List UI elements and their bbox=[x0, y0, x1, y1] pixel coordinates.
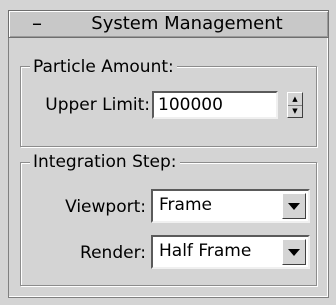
render-label: Render: bbox=[80, 243, 146, 263]
spinner-down-arrow-icon[interactable]: ▼ bbox=[288, 105, 302, 117]
render-dropdown[interactable]: Half Frame bbox=[151, 235, 310, 269]
viewport-dropdown[interactable]: Frame bbox=[151, 189, 310, 223]
render-dropdown-value: Half Frame bbox=[159, 241, 252, 261]
viewport-dropdown-arrow-icon[interactable] bbox=[282, 193, 306, 219]
viewport-label: Viewport: bbox=[65, 197, 146, 217]
integration-step-group-label: Integration Step: bbox=[30, 152, 180, 172]
render-dropdown-arrow-icon[interactable] bbox=[282, 239, 306, 265]
rollout-title[interactable]: System Management bbox=[52, 13, 322, 35]
upper-limit-input[interactable] bbox=[152, 91, 278, 119]
upper-limit-spinner[interactable]: ▲ ▼ bbox=[287, 92, 303, 118]
particle-amount-group-label: Particle Amount: bbox=[30, 57, 177, 77]
rollout-collapse-toggle[interactable]: – bbox=[22, 12, 52, 34]
viewport-dropdown-value: Frame bbox=[159, 195, 212, 215]
upper-limit-label: Upper Limit: bbox=[45, 95, 150, 115]
